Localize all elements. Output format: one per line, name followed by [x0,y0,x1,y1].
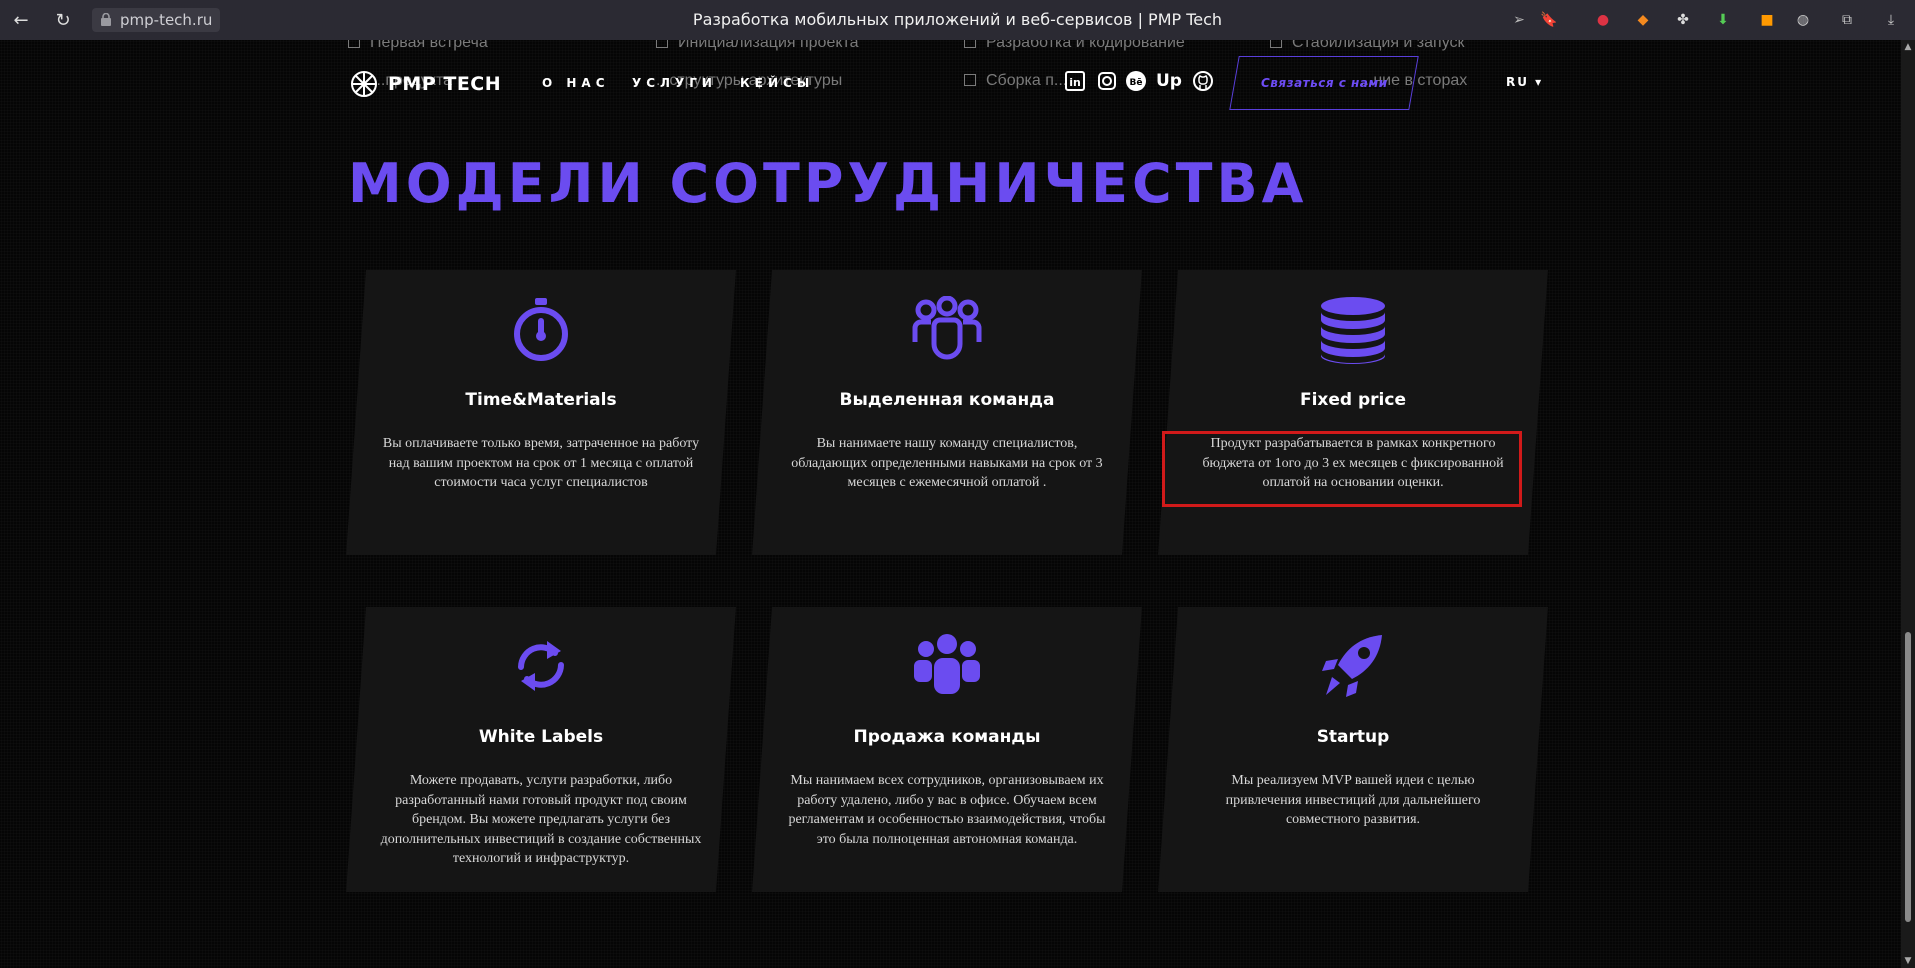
off-extension-icon[interactable]: ■ [1756,9,1778,31]
team-solid-icon [762,633,1132,699]
card-title: Time&Materials [465,390,617,410]
github-icon[interactable] [1192,70,1214,92]
svg-text:Up: Up [1156,71,1182,91]
contact-us-button[interactable]: Связаться с нами [1229,56,1419,110]
card-white-labels: White Labels Можете продавать, услуги ра… [346,607,736,892]
coins-icon [1168,296,1538,364]
instagram-icon[interactable] [1096,70,1118,92]
card-team-sale: Продажа команды Мы нанимаем всех сотрудн… [752,607,1142,892]
brave-shield-icon[interactable]: ◆ [1632,9,1654,31]
scrollbar[interactable]: ▲ ▼ [1901,40,1915,968]
card-fixed-price: Fixed price Продукт разрабатывается в ра… [1158,270,1548,555]
nav-link-services[interactable]: УСЛУГИ [632,76,717,90]
logo[interactable]: PMP TECH [348,68,501,100]
team-outline-icon [762,296,1132,362]
scroll-up-icon[interactable]: ▲ [1903,42,1913,52]
section-title: МОДЕЛИ СОТРУДНИЧЕСТВА [348,152,1308,215]
nav-link-cases[interactable]: КЕЙСЫ [740,76,814,90]
stopwatch-icon [356,296,726,362]
highlight-annotation [1162,431,1522,507]
card-title: Продажа команды [853,727,1041,747]
rocket-icon [1168,633,1538,699]
card-dedicated-team: Выделенная команда Вы нанимаете нашу ком… [752,270,1142,555]
svg-text:in: in [1069,76,1081,89]
scroll-down-icon[interactable]: ▼ [1903,956,1913,966]
linkedin-icon[interactable]: in [1064,70,1086,92]
card-description: Мы нанимаем всех сотрудников, организовы… [788,773,1106,847]
tab-title: Разработка мобильных приложений и веб-се… [692,10,1223,29]
scrollbar-thumb[interactable] [1905,632,1911,922]
card-description: Вы оплачиваете только время, затраченное… [382,436,700,490]
card-description: Мы реализуем MVP вашей идеи с целью прив… [1225,773,1481,827]
card-description: Можете продавать, услуги разработки, либ… [380,773,702,866]
send-icon[interactable]: ➢ [1508,9,1530,31]
card-startup: Startup Мы реализуем MVP вашей идеи с це… [1158,607,1548,892]
downloads-icon[interactable]: ⤓ [1880,9,1902,31]
card-description: Вы нанимаете нашу команду специалистов, … [791,436,1103,490]
svg-text:Bē: Bē [1130,78,1143,88]
page: Первая встреча Инициализация проекта Раз… [0,40,1915,968]
card-title: Fixed price [1299,390,1406,410]
bookmark-icon[interactable]: 🔖 [1538,9,1560,31]
logo-text: PMP TECH [388,73,502,95]
browser-toolbar: ← ↻ pmp-tech.ru Разработка мобильных при… [0,0,1915,40]
behance-icon[interactable]: Bē [1125,70,1147,92]
logo-icon [351,71,377,97]
ladybug-extension-icon[interactable]: ● [1592,9,1614,31]
paw-extension-icon[interactable]: ✤ [1672,9,1694,31]
site-header: PMP TECH О НАС УСЛУГИ КЕЙСЫ in Bē Up Свя… [0,40,1915,130]
card-time-materials: Time&Materials Вы оплачиваете только вре… [346,270,736,555]
extensions-icon[interactable]: ⧉ [1836,9,1858,31]
upwork-icon[interactable]: Up [1156,70,1184,92]
card-title: Startup [1316,727,1390,747]
globe-icon[interactable]: ◍ [1792,9,1814,31]
nav-link-about[interactable]: О НАС [542,76,610,90]
card-title: Выделенная команда [839,390,1055,410]
language-selector[interactable]: RU ▾ [1506,75,1543,89]
card-title: White Labels [478,727,604,747]
download-arrow-extension-icon[interactable]: ⬇ [1712,9,1734,31]
contact-us-label: Связаться с нами [1260,76,1388,90]
sync-icon [356,633,726,699]
